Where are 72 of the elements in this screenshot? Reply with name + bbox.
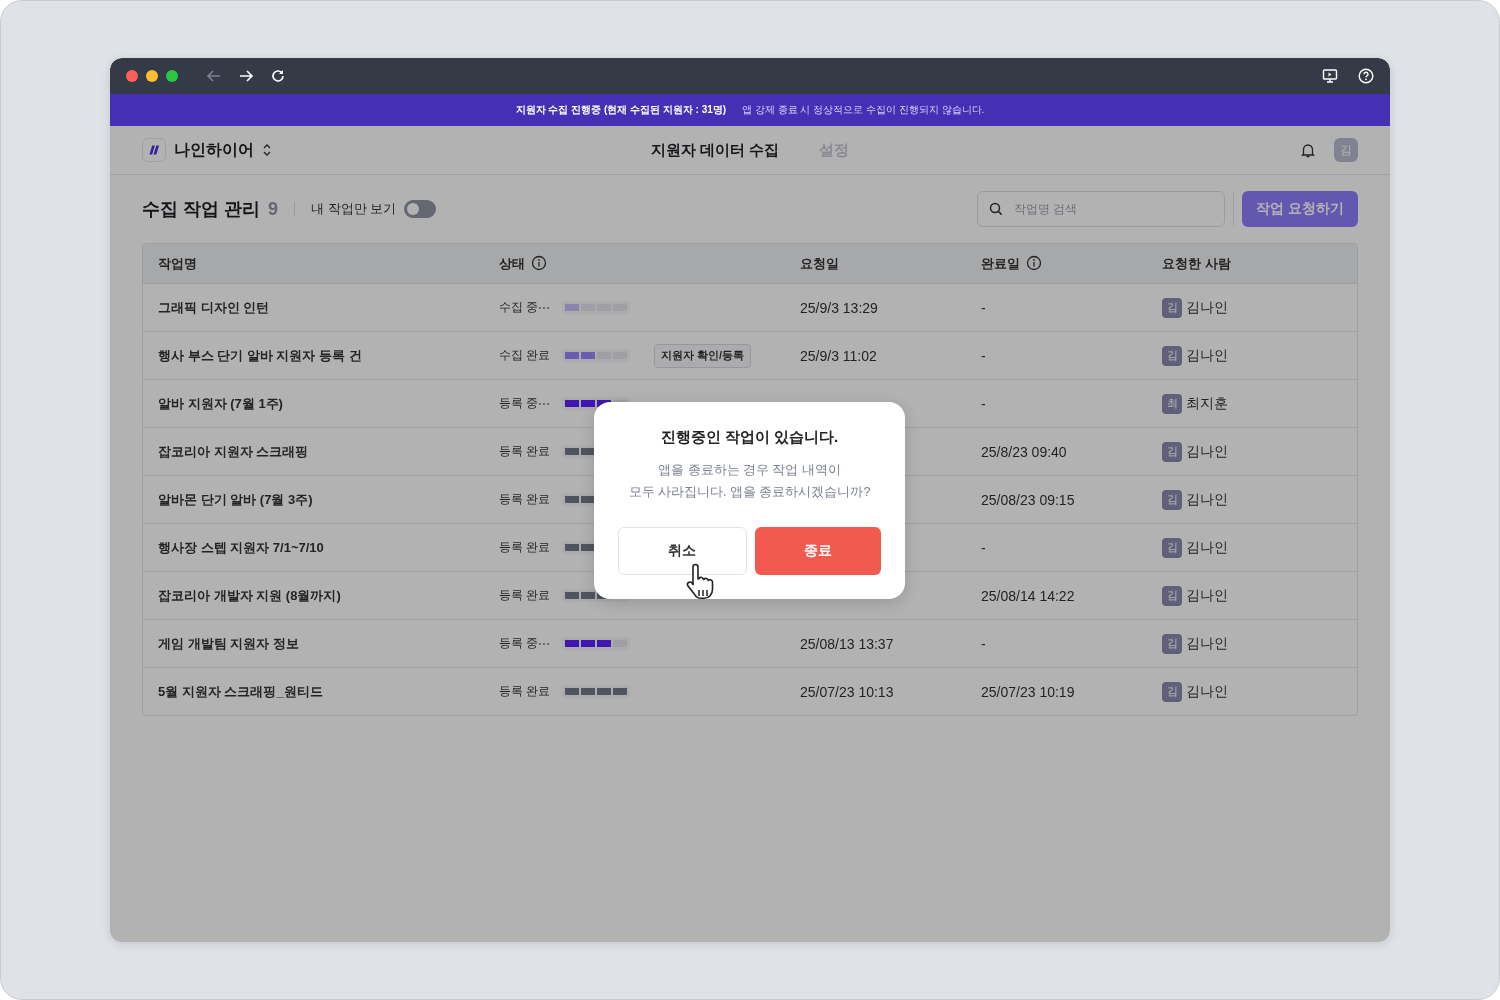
completion-date: 25/8/23 09:40 (981, 443, 1067, 460)
column-header: 요청일 (800, 255, 839, 271)
completion-date: 25/07/23 10:19 (981, 683, 1075, 700)
cancel-button[interactable]: 취소 (618, 527, 747, 575)
requester-name: 김나인 (1186, 538, 1228, 557)
job-name: 잡코리아 개발자 지원 (8월까지) (158, 586, 342, 605)
chevron-updown-icon (262, 143, 272, 157)
requester-avatar: 김 (1162, 345, 1182, 366)
status-label: 등록 중 (499, 635, 540, 652)
info-icon (1026, 254, 1042, 271)
requester-avatar: 김 (1162, 297, 1182, 318)
dialog-title: 진행중인 작업이 있습니다. (659, 428, 840, 447)
warning-text: 앱 강제 종료 시 정상적으로 수집이 진행되지 않습니다. (742, 103, 985, 117)
requester-avatar: 김 (1162, 633, 1182, 654)
requester-avatar: 김 (1162, 681, 1182, 702)
column-header: 상태 (499, 255, 525, 271)
my-jobs-filter-label: 내 작업만 보기 (311, 200, 397, 218)
requester-name: 김나인 (1186, 346, 1228, 365)
job-name: 행사 부스 단기 알바 지원자 등록 건 (158, 346, 363, 365)
request-date: 25/07/23 10:13 (800, 683, 894, 700)
info-icon (531, 254, 547, 271)
requester-name: 최지훈 (1186, 394, 1228, 413)
requester-name: 김나인 (1186, 682, 1228, 701)
bell-icon[interactable] (1300, 142, 1316, 158)
completion-date: - (981, 299, 986, 316)
column-header: 완료일 (981, 255, 1020, 271)
minimize-window-icon[interactable] (146, 70, 158, 82)
requester-avatar: 김 (1162, 537, 1182, 558)
my-jobs-toggle[interactable] (404, 200, 437, 218)
collection-status-text: 지원자 수집 진행중 (현재 수집된 지원자 : 31명) (515, 103, 727, 117)
request-date: 25/9/3 11:02 (800, 347, 877, 364)
completion-date: - (981, 539, 986, 556)
status-label: 등록 중 (499, 395, 540, 412)
requester-name: 김나인 (1186, 634, 1228, 653)
completion-date: - (981, 635, 986, 652)
logo-icon (142, 138, 166, 162)
status-label: 수집 중 (499, 299, 540, 316)
completion-date: - (981, 395, 986, 412)
requester-avatar: 김 (1162, 585, 1182, 606)
job-count: 9 (268, 198, 279, 220)
job-name: 잡코리아 지원자 스크래핑 (158, 442, 310, 461)
requester-name: 김나인 (1186, 298, 1228, 317)
completion-date: - (981, 347, 986, 364)
requester-avatar: 최 (1162, 393, 1182, 414)
column-header: 요청한 사람 (1162, 255, 1231, 271)
help-icon[interactable] (1358, 68, 1374, 84)
workspace-switcher[interactable]: 나인하이어 (174, 139, 272, 161)
search-field[interactable]: 작업명 검색 (977, 191, 1226, 227)
confirm-applicants-button[interactable]: 지원자 확인/등록 (654, 343, 752, 368)
nav-tab[interactable]: 지원자 데이터 수집 (650, 140, 780, 160)
close-window-icon[interactable] (126, 70, 138, 82)
column-header: 작업명 (158, 255, 197, 271)
job-name: 그래픽 디자인 인턴 (158, 298, 271, 317)
job-name: 5월 지원자 스크래핑_원티드 (158, 682, 324, 701)
request-date: 25/9/3 13:29 (800, 299, 878, 316)
job-name: 행사장 스텝 지원자 7/1~7/10 (158, 538, 325, 557)
page-title: 수집 작업 관리 (142, 198, 260, 221)
requester-avatar: 김 (1162, 441, 1182, 462)
request-date: 25/08/13 13:37 (800, 635, 894, 652)
requester-name: 김나인 (1186, 490, 1228, 509)
monitor-icon[interactable] (1322, 68, 1338, 84)
completion-date: 25/08/14 14:22 (981, 587, 1075, 604)
requester-avatar: 김 (1162, 489, 1182, 510)
job-name: 알바 지원자 (7월 1주) (158, 394, 284, 413)
job-name: 게임 개발팀 지원자 정보 (158, 634, 300, 653)
dialog-message: 앱을 종료하는 경우 작업 내역이 모두 사라집니다. 앱을 종료하시겠습니까? (627, 462, 872, 501)
requester-name: 김나인 (1186, 442, 1228, 461)
job-name: 알바몬 단기 알바 (7월 3주) (158, 490, 314, 509)
requester-name: 김나인 (1186, 586, 1228, 605)
completion-date: 25/08/23 09:15 (981, 491, 1075, 508)
search-icon (989, 202, 1004, 216)
maximize-window-icon[interactable] (166, 70, 178, 82)
